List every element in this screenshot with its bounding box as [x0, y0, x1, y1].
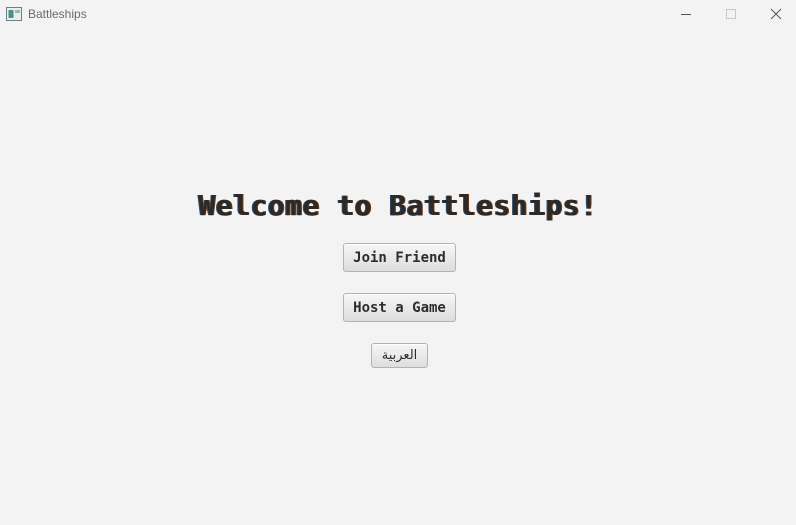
maximize-button[interactable]: [709, 0, 753, 28]
app-window-icon: [6, 6, 22, 21]
welcome-heading: Welcome to Battleships!: [198, 189, 598, 222]
title-bar[interactable]: Battleships: [0, 0, 796, 28]
close-icon: [770, 5, 782, 24]
language-label: العربية: [381, 348, 418, 363]
minimize-icon: [680, 5, 692, 24]
join-friend-button[interactable]: Join Friend: [343, 243, 456, 272]
close-button[interactable]: [754, 0, 796, 28]
host-game-button[interactable]: Host a Game: [343, 293, 456, 322]
join-friend-label: Join Friend: [353, 249, 446, 266]
window-title: Battleships: [28, 7, 87, 21]
maximize-icon: [725, 5, 737, 24]
app-window: Battleships Welcome to Battleships! Join…: [0, 0, 796, 525]
language-arabic-button[interactable]: العربية: [371, 343, 428, 368]
host-game-label: Host a Game: [353, 299, 446, 316]
minimize-button[interactable]: [664, 0, 708, 28]
